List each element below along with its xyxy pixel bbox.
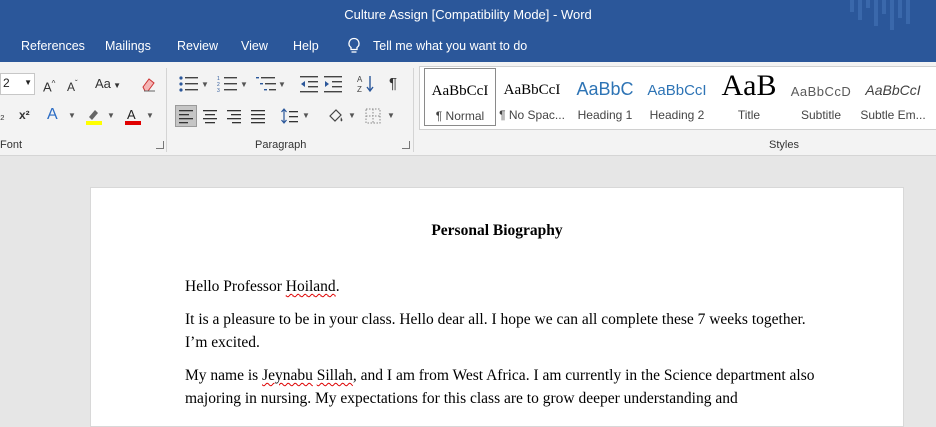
paragraph-intro: It is a pleasure to be in your class. He…: [185, 311, 806, 351]
svg-text:3: 3: [217, 88, 220, 93]
increase-indent-icon[interactable]: [324, 75, 344, 93]
window-title: Culture Assign [Compatibility Mode] - Wo…: [344, 7, 592, 22]
tab-view[interactable]: View: [241, 39, 268, 53]
tab-review[interactable]: Review: [177, 39, 218, 53]
tab-references[interactable]: References: [21, 39, 85, 53]
style-heading-1[interactable]: AaBbC Heading 1: [569, 68, 641, 126]
line-spacing-icon[interactable]: [280, 106, 300, 126]
align-right-icon[interactable]: [224, 106, 244, 126]
misspelled-word[interactable]: Jeynabu: [262, 367, 313, 384]
change-case-button[interactable]: Aa ▼: [95, 75, 121, 95]
lightbulb-icon: [348, 37, 360, 53]
tell-me-search[interactable]: Tell me what you want to do: [373, 39, 527, 53]
style-normal[interactable]: AaBbCcI ¶ Normal: [424, 68, 496, 126]
justify-icon[interactable]: [248, 106, 268, 126]
numbering-icon[interactable]: 1 2 3: [217, 75, 239, 93]
svg-text:Z: Z: [357, 85, 362, 94]
decrease-indent-icon[interactable]: [300, 75, 320, 93]
bullets-icon[interactable]: [178, 75, 200, 93]
style-subtle-emphasis[interactable]: AaBbCcI Subtle Em...: [857, 68, 929, 126]
sort-icon[interactable]: AZ: [357, 74, 375, 94]
ribbon-tabs: References Mailings Review View Help Tel…: [0, 30, 936, 62]
paragraph-dialog-launcher[interactable]: [402, 141, 410, 149]
borders-icon[interactable]: [364, 107, 382, 125]
font-size-dropdown[interactable]: 2 ▼: [0, 73, 35, 95]
document-page[interactable]: Personal Biography Hello Professor Hoila…: [90, 187, 904, 427]
font-color-icon[interactable]: A: [123, 106, 143, 126]
shrink-font-button[interactable]: Aˇ: [67, 75, 78, 96]
paragraph-bio: My name is Jeynabu Sillah, and I am from…: [185, 367, 815, 407]
font-dialog-launcher[interactable]: [156, 141, 164, 149]
grow-font-button[interactable]: A^: [43, 75, 55, 96]
shading-icon[interactable]: [326, 106, 346, 126]
align-left-icon: [179, 110, 193, 124]
svg-text:A: A: [357, 75, 363, 84]
misspelled-word[interactable]: Hoiland: [286, 278, 336, 295]
group-label-font: Font: [0, 139, 23, 151]
tab-mailings[interactable]: Mailings: [105, 39, 151, 53]
align-left-button[interactable]: [175, 105, 197, 127]
subscript-button[interactable]: ₂: [0, 106, 5, 124]
superscript-button[interactable]: x²: [19, 106, 30, 124]
show-formatting-marks-icon[interactable]: ¶: [389, 75, 397, 93]
group-label-paragraph: Paragraph: [255, 139, 307, 151]
clear-formatting-icon[interactable]: [140, 75, 158, 93]
align-center-icon[interactable]: [200, 106, 220, 126]
styles-gallery: AaBbCcI ¶ Normal AaBbCcI ¶ No Spac... Aa…: [419, 66, 936, 130]
paragraph-greeting: Hello Professor Hoiland.: [185, 278, 340, 295]
multilevel-list-icon[interactable]: [256, 75, 278, 93]
style-subtitle[interactable]: AaBbCcD Subtitle: [785, 68, 857, 126]
divider: [166, 68, 167, 152]
tab-help[interactable]: Help: [293, 39, 319, 53]
title-bar: Culture Assign [Compatibility Mode] - Wo…: [0, 0, 936, 30]
document-title: Personal Biography: [431, 222, 563, 239]
highlight-icon[interactable]: [84, 106, 104, 126]
misspelled-word[interactable]: Sillah: [317, 367, 353, 384]
style-no-spacing[interactable]: AaBbCcI ¶ No Spac...: [496, 68, 568, 126]
style-heading-2[interactable]: AaBbCcI Heading 2: [641, 68, 713, 126]
text-effects-button[interactable]: A: [47, 106, 58, 124]
group-label-styles: Styles: [769, 139, 799, 151]
svg-text:A: A: [127, 107, 136, 122]
style-title[interactable]: AaB Title: [713, 68, 785, 126]
divider: [413, 68, 414, 152]
